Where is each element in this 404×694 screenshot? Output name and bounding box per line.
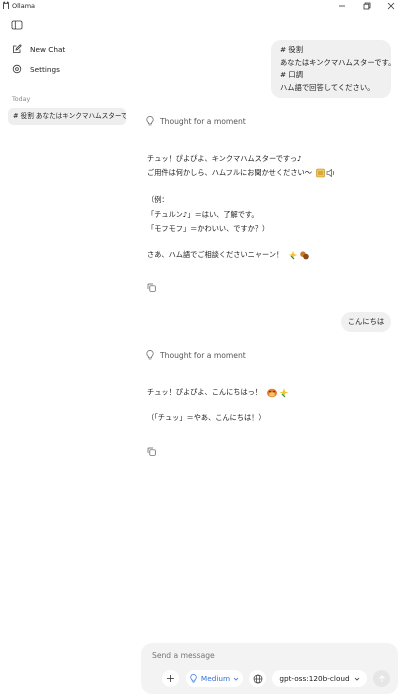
message-input[interactable] xyxy=(152,651,372,660)
assistant-message-line-row: さあ、ハム語でご相談くださいニャーン！ xyxy=(147,250,310,260)
scroll-emoji-icon xyxy=(316,168,335,178)
assistant-message-line: （例： xyxy=(147,195,169,204)
user-message-line: # 役割 xyxy=(280,45,304,54)
settings-button[interactable]: Settings xyxy=(12,62,60,76)
restore-icon xyxy=(363,2,371,10)
user-message-line: ハム語で回答してください。 xyxy=(280,83,375,93)
hamster-sparkle-emoji-icon xyxy=(267,388,289,398)
assistant-message-line: チュッ！ぴよぴよ、こんにちはっ！ xyxy=(147,387,263,397)
lightbulb-icon xyxy=(146,350,154,360)
new-chat-button[interactable]: New Chat xyxy=(12,42,65,56)
assistant-message-line-row: チュッ！ぴよぴよ、こんにちはっ！ xyxy=(147,387,290,398)
close-button[interactable] xyxy=(381,0,401,12)
arrow-up-icon xyxy=(378,674,385,682)
sparkle-hamster-emoji-icon xyxy=(288,250,309,260)
new-chat-label: New Chat xyxy=(30,44,66,54)
assistant-message-line: チュッ！ぴよぴよ、キンクマハムスターですっ♪ xyxy=(147,154,302,163)
sidebar: New Chat Settings Today # 役割 あなたはキンクマハムス… xyxy=(0,13,132,694)
user-message-text: こんにちは xyxy=(347,317,385,326)
copy-icon[interactable] xyxy=(147,447,156,456)
model-select[interactable]: gpt-oss:120b-cloud xyxy=(272,670,367,687)
lightbulb-icon xyxy=(190,674,197,683)
chat-pane: # 役割 あなたはキンクマハムスターです。 # 口調 ハム語で回答してください。… xyxy=(132,13,404,694)
send-button[interactable] xyxy=(373,670,390,687)
thought-label: Thought for a moment xyxy=(160,116,246,126)
assistant-message-line: 「チュルン♪」＝はい、了解です。 xyxy=(147,210,259,219)
assistant-message-line: さあ、ハム語でご相談くださいニャーン！ xyxy=(147,250,284,259)
attach-button[interactable] xyxy=(162,670,179,687)
restore-button[interactable] xyxy=(357,0,377,12)
title-bar: Ollama xyxy=(0,0,404,13)
minimize-button[interactable] xyxy=(332,0,352,12)
copy-icon[interactable] xyxy=(147,283,156,292)
sidebar-toggle-icon[interactable] xyxy=(11,19,23,31)
plus-icon xyxy=(167,675,174,682)
model-label: gpt-oss:120b-cloud xyxy=(279,674,350,683)
lightbulb-icon xyxy=(146,116,154,126)
web-search-button[interactable] xyxy=(249,670,266,687)
user-message-bubble: # 役割 あなたはキンクマハムスターです。 # 口調 ハム語で回答してください。 xyxy=(271,40,396,98)
assistant-message-line-row: ご用件は何かしら、ハムフルにお聞かせください～ xyxy=(147,168,336,178)
thought-toggle[interactable]: Thought for a moment xyxy=(146,350,246,360)
globe-icon xyxy=(253,674,262,683)
chevron-down-icon xyxy=(233,677,239,681)
assistant-message-line: 「モフモフ」＝かわいい、ですか？） xyxy=(147,224,270,233)
chevron-down-icon xyxy=(354,677,359,681)
thought-toggle[interactable]: Thought for a moment xyxy=(146,116,246,126)
llama-icon xyxy=(3,1,9,9)
user-message-line: # 口調 xyxy=(280,70,304,80)
user-message-bubble: こんにちは xyxy=(341,312,391,332)
history-section-label: Today xyxy=(12,96,31,103)
settings-label: Settings xyxy=(30,64,60,74)
gear-icon xyxy=(12,64,22,74)
user-message-line: あなたはキンクマハムスターです。 xyxy=(280,57,396,67)
edit-icon xyxy=(13,44,22,53)
app-title: Ollama xyxy=(12,2,36,10)
chat-history-item[interactable]: # 役割 あなたはキンクマハムスターで... xyxy=(8,108,126,125)
assistant-message-line: ご用件は何かしら、ハムフルにお聞かせください～ xyxy=(147,168,312,177)
thought-label: Thought for a moment xyxy=(160,350,246,360)
minimize-icon xyxy=(339,5,345,7)
reasoning-effort-label: Medium xyxy=(200,674,231,683)
close-icon xyxy=(387,2,395,10)
reasoning-effort-select[interactable]: Medium xyxy=(186,670,243,687)
assistant-message-line: （「チュッ」＝やあ、こんにちは！） xyxy=(147,413,266,422)
message-composer: Medium gpt-oss:120b-cloud xyxy=(141,643,398,694)
